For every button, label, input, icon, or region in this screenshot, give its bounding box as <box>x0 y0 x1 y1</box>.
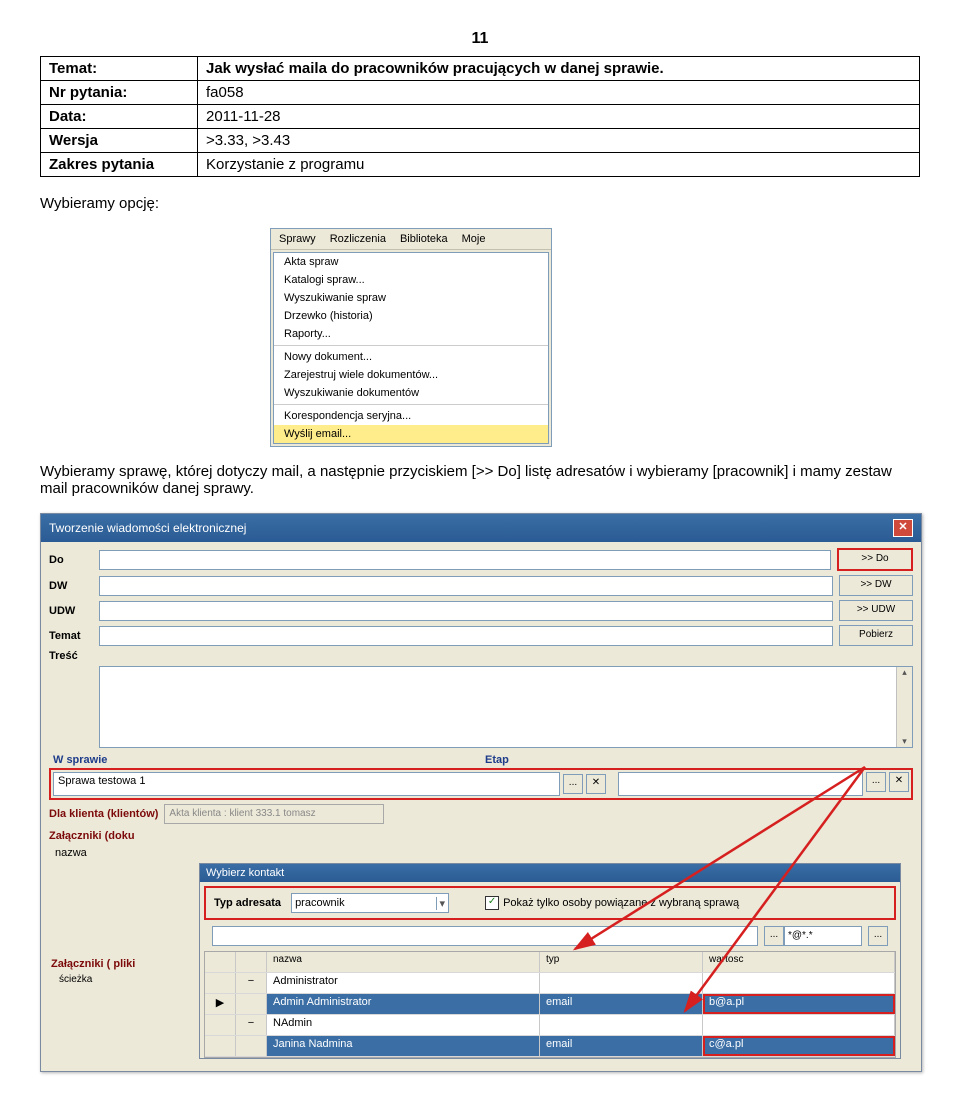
info-zakres-label: Zakres pytania <box>41 153 198 177</box>
contact-title: Wybierz kontakt <box>206 867 284 879</box>
close-icon[interactable]: ✕ <box>893 519 913 537</box>
menu-bar-item[interactable]: Biblioteka <box>400 233 448 245</box>
grid-cell-name[interactable]: Admin Administrator <box>267 994 540 1014</box>
grid-cell-name[interactable]: Janina Nadmina <box>267 1036 540 1056</box>
contact-mask-browse[interactable]: ... <box>868 926 888 946</box>
info-nr-label: Nr pytania: <box>41 81 198 105</box>
menu-item[interactable]: Zarejestruj wiele dokumentów... <box>274 366 548 384</box>
btn-udw[interactable]: >> UDW <box>839 600 913 621</box>
textarea-tresc[interactable]: ▴▾ <box>99 666 913 748</box>
menu-bar-item[interactable]: Sprawy <box>279 233 316 245</box>
etap-clear-button[interactable]: ✕ <box>889 772 909 792</box>
menu-bar-item[interactable]: Rozliczenia <box>330 233 386 245</box>
info-temat-value: Jak wysłać maila do pracowników pracując… <box>198 57 920 81</box>
etap-input[interactable] <box>618 772 863 796</box>
typ-adresata-value: pracownik <box>295 897 345 909</box>
contact-mask-input[interactable]: *@*.* <box>784 926 862 946</box>
checkbox-pokaz-label: Pokaż tylko osoby powiązane z wybraną sp… <box>503 897 739 909</box>
expand-icon[interactable]: − <box>236 973 267 993</box>
typ-adresata-label: Typ adresata <box>214 897 281 909</box>
sprawa-browse-button[interactable]: ... <box>563 774 583 794</box>
grid-cell-val: b@a.pl <box>703 994 895 1014</box>
menu-screenshot: Sprawy Rozliczenia Biblioteka Moje Akta … <box>270 228 552 447</box>
scroll-up-icon[interactable]: ▴ <box>897 667 912 678</box>
info-data-value: 2011-11-28 <box>198 105 920 129</box>
dialog-titlebar: Tworzenie wiadomości elektronicznej ✕ <box>41 514 921 542</box>
info-wersja-label: Wersja <box>41 129 198 153</box>
email-dialog: Tworzenie wiadomości elektronicznej ✕ Do… <box>40 513 922 1072</box>
checkbox-pokaz[interactable]: ✓ <box>485 896 499 910</box>
contact-grid: nazwa typ wartosc − Administrator ▶ <box>204 951 896 1058</box>
input-udw[interactable] <box>99 601 833 621</box>
etap-browse-button[interactable]: ... <box>866 772 886 792</box>
etap-label: Etap <box>481 750 913 768</box>
input-dw[interactable] <box>99 576 833 596</box>
grid-cell-name[interactable]: Administrator <box>267 973 540 993</box>
menu-item[interactable]: Drzewko (historia) <box>274 307 548 325</box>
input-do[interactable] <box>99 550 831 570</box>
grid-cell-typ: email <box>540 1036 703 1056</box>
grid-cell-typ <box>540 1015 703 1035</box>
body-text-1: Wybieramy opcję: <box>40 195 920 212</box>
info-nr-value: fa058 <box>198 81 920 105</box>
dla-klienta-value: Akta klienta : klient 333.1 tomasz <box>164 804 384 824</box>
menu-item[interactable]: Akta spraw <box>274 253 548 271</box>
grid-hdr-typ: typ <box>540 952 703 972</box>
grid-cell-typ <box>540 973 703 993</box>
menu-item-selected[interactable]: Wyślij email... <box>274 425 548 443</box>
label-tresc: Treść <box>49 650 99 662</box>
zalaczniki-pliki-label: Załączniki ( pliki <box>51 958 135 970</box>
info-table: Temat: Jak wysłać maila do pracowników p… <box>40 56 920 177</box>
menu-item[interactable]: Wyszukiwanie spraw <box>274 289 548 307</box>
page-number: 11 <box>40 30 920 48</box>
typ-adresata-select[interactable]: pracownik ▾ <box>291 893 449 913</box>
btn-pobierz[interactable]: Pobierz <box>839 625 913 646</box>
label-temat: Temat <box>49 630 99 642</box>
menu-bar-item[interactable]: Moje <box>462 233 486 245</box>
chevron-down-icon: ▾ <box>436 897 446 910</box>
info-data-label: Data: <box>41 105 198 129</box>
dialog-title: Tworzenie wiadomości elektronicznej <box>49 521 246 535</box>
grid-cell-val: c@a.pl <box>703 1036 895 1056</box>
grid-cell-name[interactable]: NAdmin <box>267 1015 540 1035</box>
info-wersja-value: >3.33, >3.43 <box>198 129 920 153</box>
info-zakres-value: Korzystanie z programu <box>198 153 920 177</box>
menu-item[interactable]: Katalogi spraw... <box>274 271 548 289</box>
expand-icon[interactable]: − <box>236 1015 267 1035</box>
info-temat-label: Temat: <box>41 57 198 81</box>
label-udw: UDW <box>49 605 99 617</box>
menu-item[interactable]: Raporty... <box>274 325 548 343</box>
menu-item[interactable]: Nowy dokument... <box>274 348 548 366</box>
btn-dw[interactable]: >> DW <box>839 575 913 596</box>
sciezka-header: ścieżka <box>59 974 92 985</box>
input-temat[interactable] <box>99 626 833 646</box>
contact-filter-input[interactable] <box>212 926 758 946</box>
label-do: Do <box>49 554 99 566</box>
grid-hdr-val: wartosc <box>703 952 895 972</box>
sprawa-clear-button[interactable]: ✕ <box>586 774 606 794</box>
grid-cell-val <box>703 1015 895 1035</box>
menu-bar: Sprawy Rozliczenia Biblioteka Moje <box>271 229 551 250</box>
nazwa-header: nazwa <box>49 845 913 861</box>
zalaczniki-doku-label: Załączniki (doku <box>49 830 913 842</box>
scroll-down-icon[interactable]: ▾ <box>897 736 912 747</box>
dla-klienta-label: Dla klienta (klientów) <box>49 808 158 820</box>
label-dw: DW <box>49 580 99 592</box>
grid-cell-val <box>703 973 895 993</box>
menu-item[interactable]: Korespondencja seryjna... <box>274 407 548 425</box>
sprawa-input[interactable]: Sprawa testowa 1 <box>53 772 560 796</box>
btn-do[interactable]: >> Do <box>837 548 913 571</box>
sprawa-label: W sprawie <box>49 750 481 768</box>
contact-filter-browse[interactable]: ... <box>764 926 784 946</box>
contact-dialog: Wybierz kontakt Typ adresata pracownik ▾… <box>199 863 901 1059</box>
body-text-2: Wybieramy sprawę, której dotyczy mail, a… <box>40 463 920 497</box>
grid-cell-typ: email <box>540 994 703 1014</box>
grid-hdr-name: nazwa <box>267 952 540 972</box>
menu-item[interactable]: Wyszukiwanie dokumentów <box>274 384 548 402</box>
